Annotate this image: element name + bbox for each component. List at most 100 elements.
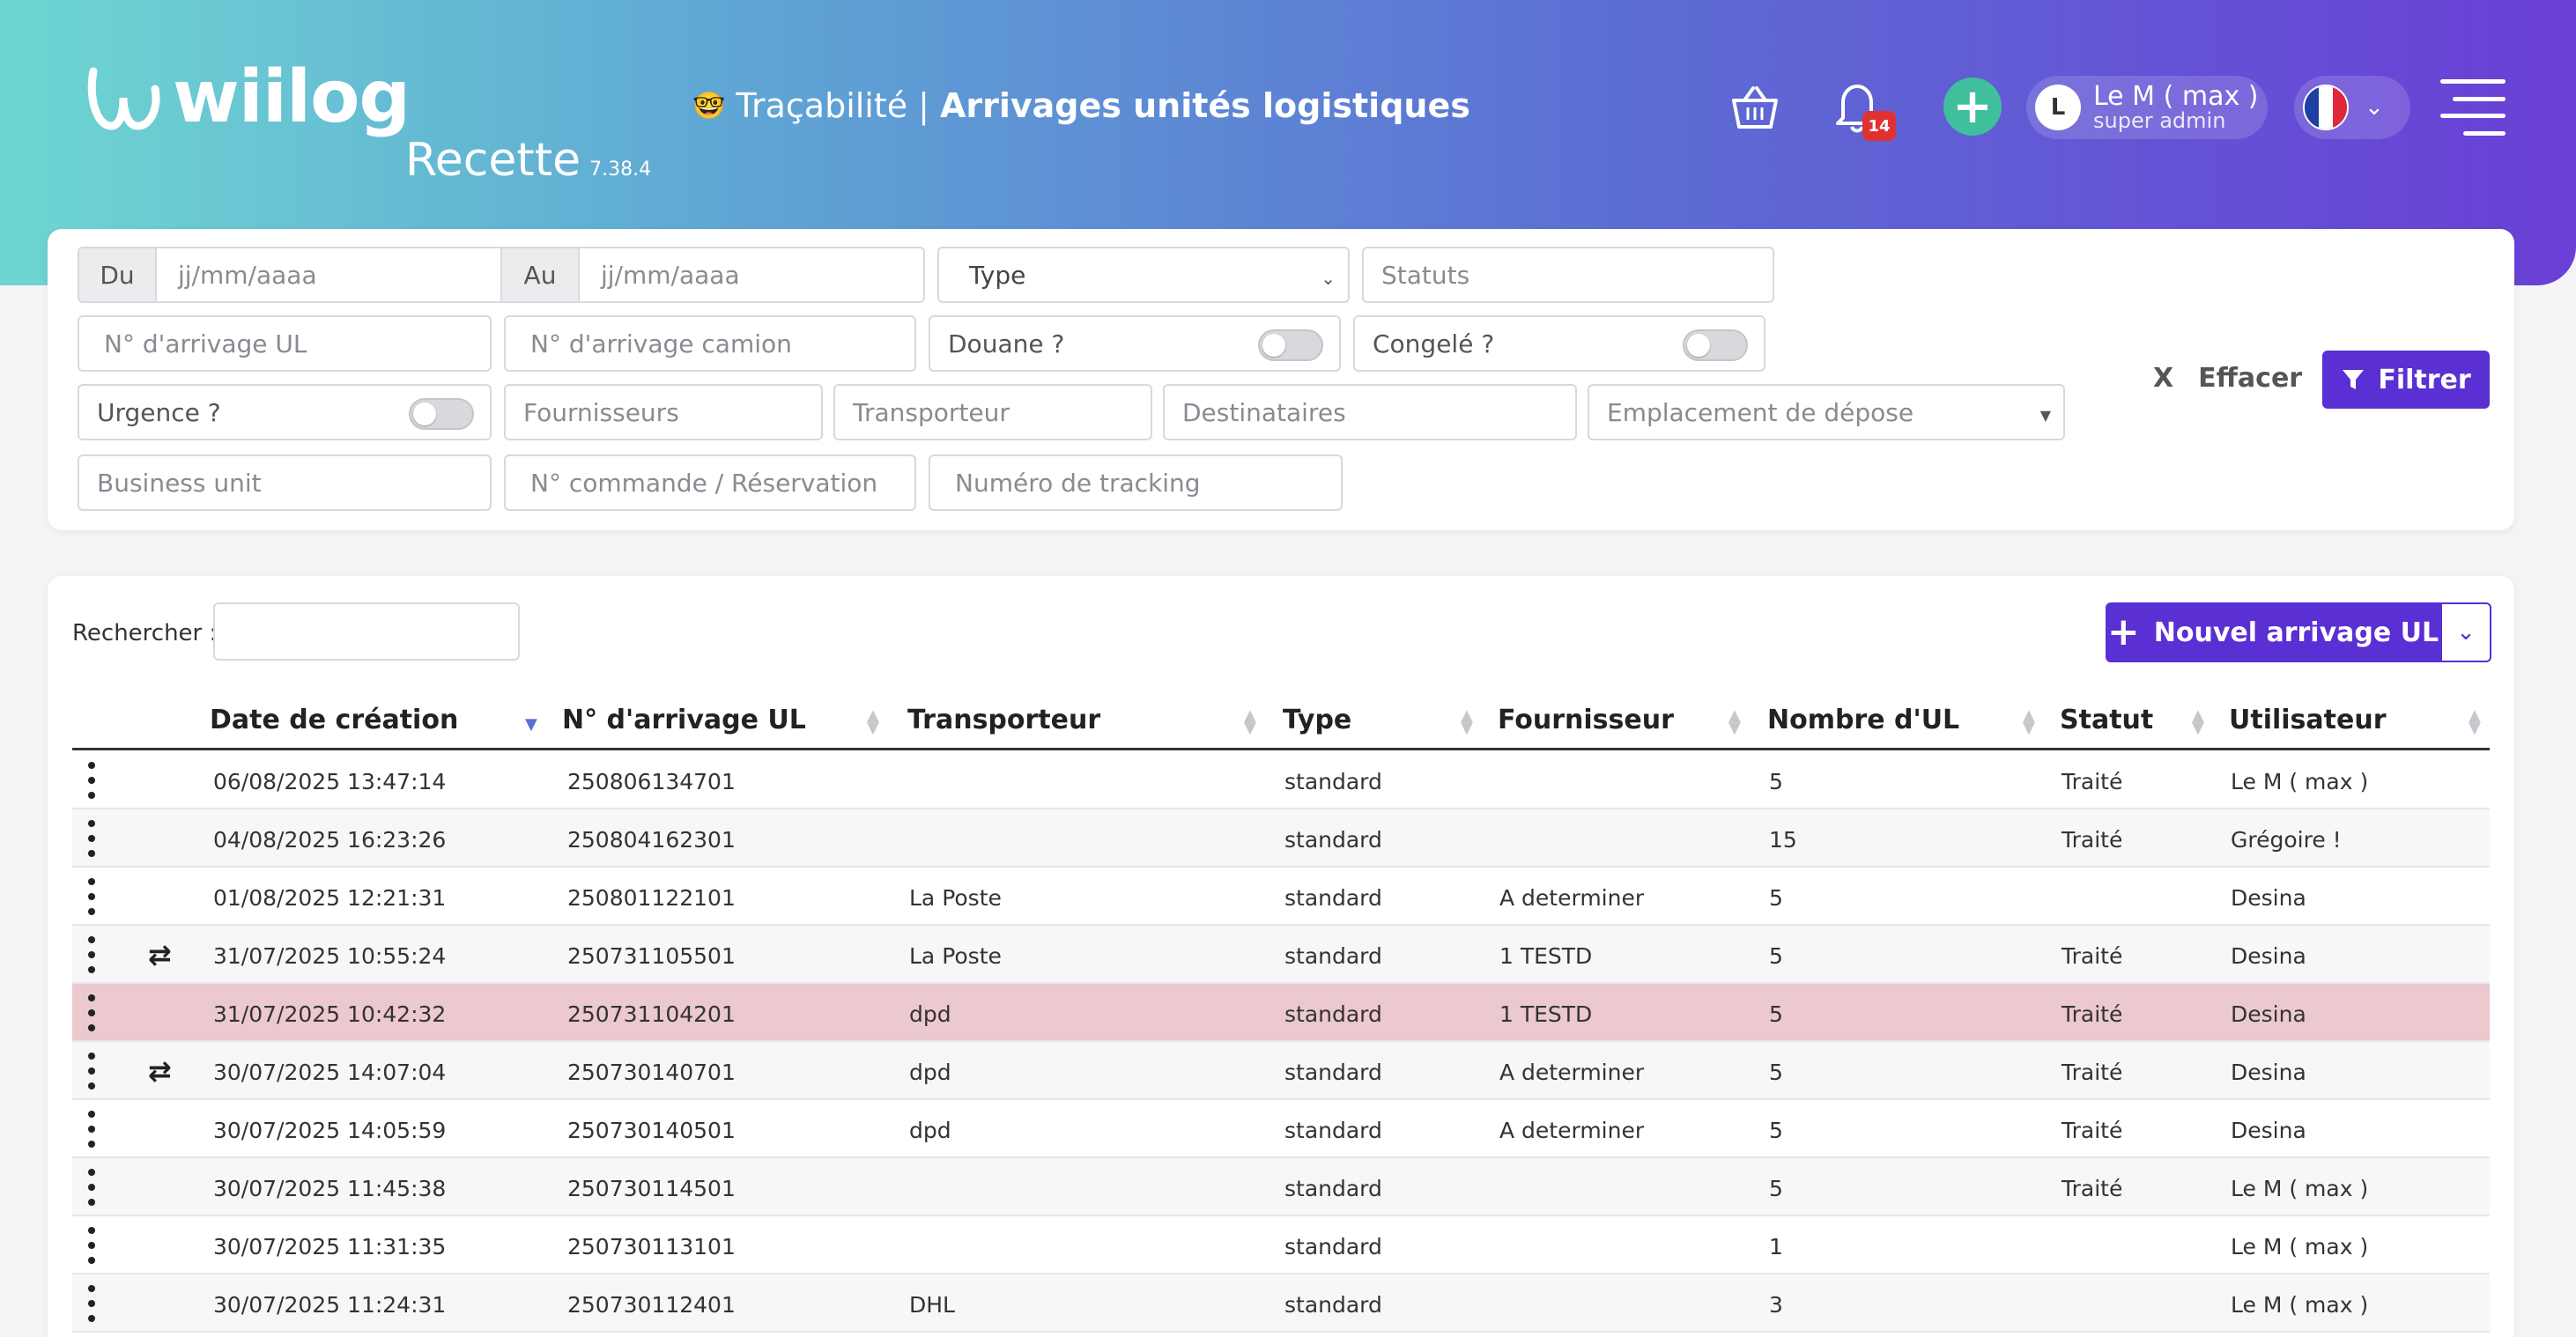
hamburger-menu-icon[interactable]: [2440, 79, 2506, 136]
page-title: 🤓 Traçabilité | Arrivages unités logisti…: [692, 86, 1470, 125]
cell-count: 5: [1769, 1060, 1783, 1085]
col-type[interactable]: Type: [1283, 705, 1351, 735]
user-name: Le M ( max ): [2093, 80, 2259, 112]
cell-count: 1: [1769, 1234, 1783, 1259]
customs-toggle[interactable]: [1258, 329, 1323, 361]
table-row[interactable]: 06/08/2025 13:47:14 250806134701 standard 5…: [72, 751, 2490, 809]
cell-user: Grégoire !: [2231, 827, 2342, 853]
sort-icon[interactable]: ▲ ▼: [2469, 708, 2481, 736]
row-actions-icon[interactable]: [86, 1053, 97, 1090]
cell-user: Desina: [2231, 1118, 2306, 1143]
date-from-input[interactable]: jj/mm/aaaa: [157, 248, 502, 301]
cell-status: Traité: [2062, 827, 2123, 853]
drop-location-select[interactable]: Emplacement de dépose ▼: [1588, 384, 2065, 440]
new-arrival-button[interactable]: + Nouvel arrivage UL: [2106, 602, 2440, 662]
table-row[interactable]: 31/07/2025 10:42:32 250731104201 dpd standa…: [72, 984, 2490, 1042]
sort-icon[interactable]: ▲ ▼: [2192, 708, 2204, 736]
arrival-truck-input[interactable]: N° d'arrivage camion: [504, 315, 916, 372]
table-row[interactable]: 01/08/2025 12:21:31 250801122101 La Poste s…: [72, 868, 2490, 926]
urgency-toggle-field: Urgence ?: [78, 384, 492, 440]
new-arrival-dropdown[interactable]: ⌄: [2440, 602, 2491, 662]
cell-count: 5: [1769, 769, 1783, 794]
title-section: Traçabilité: [736, 86, 908, 125]
frozen-label: Congelé ?: [1373, 329, 1495, 358]
sort-icon[interactable]: ▲ ▼: [1244, 708, 1256, 736]
table-row[interactable]: ⇄ 31/07/2025 10:55:24 250731105501 La Poste…: [72, 926, 2490, 984]
cell-user: Le M ( max ): [2231, 1176, 2369, 1201]
table-row[interactable]: ⇄ 30/07/2025 14:07:04 250730140701 dpd stand…: [72, 1042, 2490, 1100]
table-row[interactable]: 30/07/2025 11:45:38 250730114501 standard 5…: [72, 1158, 2490, 1216]
cell-supplier: A determiner: [1499, 1118, 1645, 1143]
suppliers-input[interactable]: Fournisseurs: [504, 384, 823, 440]
cell-number: 250731105501: [567, 943, 736, 969]
row-actions-icon[interactable]: [86, 994, 97, 1031]
row-actions-icon[interactable]: [86, 936, 97, 973]
col-carrier[interactable]: Transporteur: [907, 705, 1100, 735]
basket-icon[interactable]: [1728, 81, 1781, 134]
wiilog-logo-icon: [87, 67, 160, 130]
cell-carrier: DHL: [909, 1292, 955, 1318]
cell-date: 06/08/2025 13:47:14: [213, 769, 447, 794]
clear-filters-button[interactable]: X Effacer: [2153, 363, 2302, 394]
language-selector[interactable]: ⌄: [2294, 76, 2410, 139]
cell-number: 250731104201: [567, 1001, 736, 1027]
filter-label: Filtrer: [2378, 364, 2471, 395]
cell-date: 30/07/2025 14:05:59: [213, 1118, 447, 1143]
plus-icon[interactable]: +: [1943, 78, 2002, 136]
recipients-input[interactable]: Destinataires: [1163, 384, 1577, 440]
sort-icon[interactable]: ▲ ▼: [867, 708, 879, 736]
cell-user: Desina: [2231, 1001, 2306, 1027]
sort-icon[interactable]: ▲ ▼: [2023, 708, 2035, 736]
frozen-toggle[interactable]: [1683, 329, 1748, 361]
cell-count: 15: [1769, 827, 1797, 853]
col-date[interactable]: Date de création: [210, 705, 458, 735]
row-actions-icon[interactable]: [86, 1111, 97, 1148]
cell-count: 5: [1769, 885, 1783, 911]
col-supplier[interactable]: Fournisseur: [1498, 705, 1674, 735]
caret-down-icon: ▼: [2039, 407, 2051, 424]
filter-button[interactable]: Filtrer: [2322, 351, 2490, 409]
cell-type: standard: [1284, 827, 1382, 853]
col-status[interactable]: Statut: [2060, 705, 2153, 735]
carrier-input[interactable]: Transporteur: [833, 384, 1152, 440]
user-role: super admin: [2093, 108, 2226, 134]
row-actions-icon[interactable]: [86, 1285, 97, 1322]
urgency-toggle[interactable]: [409, 398, 474, 430]
plus-icon: +: [2106, 609, 2140, 654]
cell-user: Le M ( max ): [2231, 1234, 2369, 1259]
cell-type: standard: [1284, 1118, 1382, 1143]
type-select[interactable]: Type ⌄: [937, 247, 1350, 303]
cell-type: standard: [1284, 1001, 1382, 1027]
user-menu[interactable]: L Le M ( max ) super admin: [2026, 76, 2268, 139]
sort-icon[interactable]: ▲ ▼: [1728, 708, 1741, 736]
table-row[interactable]: 30/07/2025 14:05:59 250730140501 dpd standa…: [72, 1100, 2490, 1158]
statuts-input[interactable]: Statuts: [1362, 247, 1774, 303]
row-actions-icon[interactable]: [86, 762, 97, 799]
col-number[interactable]: N° d'arrivage UL: [562, 705, 806, 735]
cell-number: 250730113101: [567, 1234, 736, 1259]
table-row[interactable]: 04/08/2025 16:23:26 250804162301 standard 1…: [72, 809, 2490, 868]
tracking-number-input[interactable]: Numéro de tracking: [929, 454, 1343, 511]
row-actions-icon[interactable]: [86, 820, 97, 857]
order-number-input[interactable]: N° commande / Réservation: [504, 454, 916, 511]
col-user[interactable]: Utilisateur: [2229, 705, 2387, 735]
row-actions-icon[interactable]: [86, 1169, 97, 1206]
cell-date: 30/07/2025 11:31:35: [213, 1234, 447, 1259]
row-actions-icon[interactable]: [86, 878, 97, 915]
title-page: Arrivages unités logistiques: [939, 86, 1470, 125]
arrival-ul-input[interactable]: N° d'arrivage UL: [78, 315, 492, 372]
cell-type: standard: [1284, 943, 1382, 969]
search-input[interactable]: [213, 602, 520, 661]
row-actions-icon[interactable]: [86, 1227, 97, 1264]
cell-date: 30/07/2025 11:24:31: [213, 1292, 447, 1318]
table-row[interactable]: 30/07/2025 11:31:35 250730113101 standard 1…: [72, 1216, 2490, 1274]
close-icon: X: [2153, 363, 2174, 394]
date-to-input[interactable]: jj/mm/aaaa: [580, 248, 923, 301]
wiilog-logo[interactable]: wiilog: [86, 62, 411, 134]
sort-desc-icon[interactable]: ▼: [525, 716, 537, 733]
col-count[interactable]: Nombre d'UL: [1767, 705, 1959, 735]
business-unit-input[interactable]: Business unit: [78, 454, 492, 511]
sort-icon[interactable]: ▲ ▼: [1461, 708, 1473, 736]
table-row[interactable]: 30/07/2025 11:24:31 250730112401 DHL standa…: [72, 1274, 2490, 1333]
cell-status: Traité: [2062, 1001, 2123, 1027]
